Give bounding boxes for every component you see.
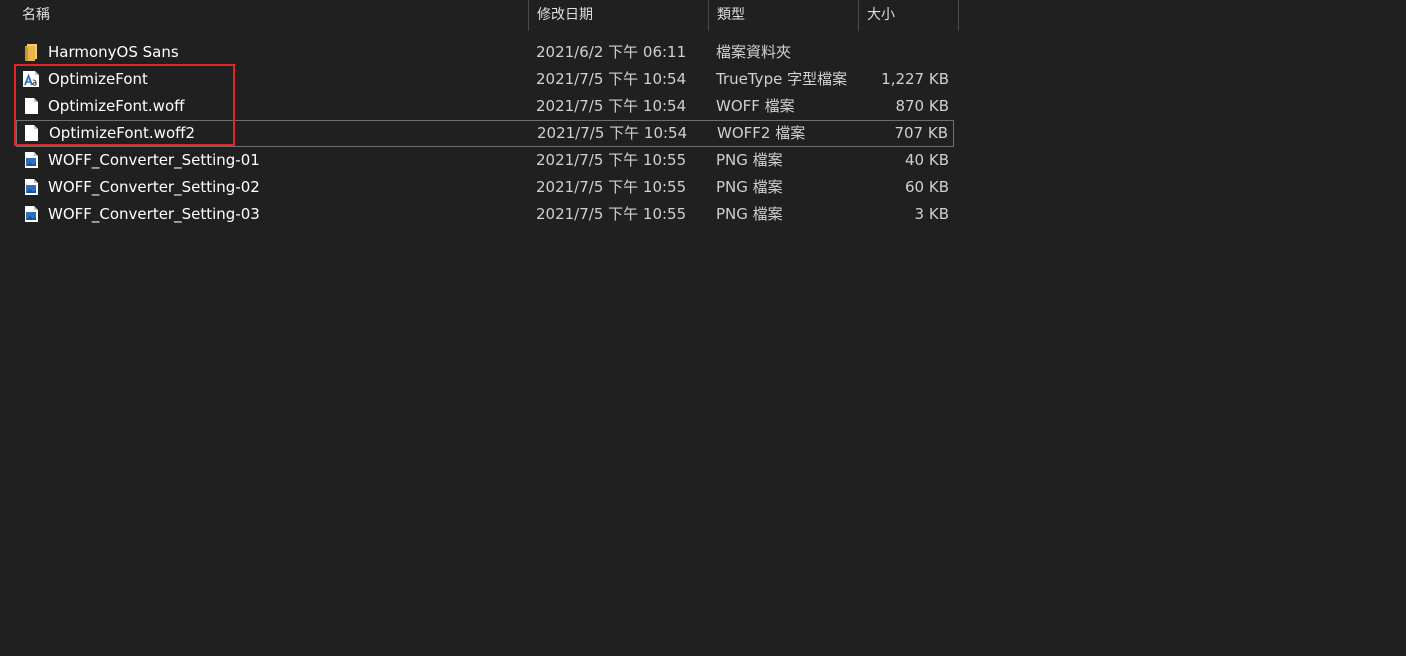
file-type: TrueType 字型檔案 [716, 70, 848, 88]
png-image-icon [25, 179, 38, 195]
file-icon [25, 98, 38, 114]
file-size: 870 KB [895, 97, 949, 115]
sort-ascending-icon: ^ [264, 0, 274, 8]
file-row[interactable]: WOFF_Converter_Setting-02 2021/7/5 下午 10… [16, 174, 954, 201]
file-row[interactable]: OptimizeFont 2021/7/5 下午 10:54 TrueType … [16, 66, 954, 93]
png-image-icon [25, 206, 38, 222]
file-type: 檔案資料夾 [716, 43, 792, 61]
column-header-type[interactable]: 類型 [709, 0, 858, 31]
column-header-bar: 名稱 ^ 修改日期 類型 大小 [0, 0, 960, 31]
file-size: 1,227 KB [881, 70, 949, 88]
file-size: 60 KB [905, 178, 949, 196]
file-row[interactable]: OptimizeFont.woff2 2021/7/5 下午 10:54 WOF… [16, 120, 954, 147]
file-icon [25, 125, 38, 141]
file-size: 3 KB [914, 205, 949, 223]
file-name: OptimizeFont.woff [48, 97, 185, 115]
file-type: WOFF 檔案 [716, 97, 795, 115]
file-name: OptimizeFont [48, 70, 148, 88]
file-size: 707 KB [894, 124, 948, 142]
column-header-date[interactable]: 修改日期 [529, 0, 708, 31]
file-name: WOFF_Converter_Setting-03 [48, 205, 260, 223]
file-type: PNG 檔案 [716, 178, 783, 196]
column-header-name-label: 名稱 [22, 7, 50, 23]
file-name: OptimizeFont.woff2 [49, 124, 196, 142]
png-image-icon [25, 152, 38, 168]
folder-icon [25, 44, 37, 61]
file-row[interactable]: HarmonyOS Sans 2021/6/2 下午 06:11 檔案資料夾 [16, 39, 954, 66]
file-row[interactable]: WOFF_Converter_Setting-01 2021/7/5 下午 10… [16, 147, 954, 174]
column-divider[interactable] [958, 0, 959, 31]
file-row[interactable]: WOFF_Converter_Setting-03 2021/7/5 下午 10… [16, 201, 954, 228]
file-date: 2021/7/5 下午 10:55 [536, 178, 687, 196]
column-header-type-label: 類型 [717, 7, 745, 23]
file-explorer-details-view: 名稱 ^ 修改日期 類型 大小 HarmonyOS Sans 2021/6/2 … [0, 0, 1406, 656]
file-type: PNG 檔案 [716, 205, 783, 223]
file-date: 2021/7/5 下午 10:54 [537, 124, 688, 142]
file-date: 2021/6/2 下午 06:11 [536, 43, 687, 61]
file-date: 2021/7/5 下午 10:55 [536, 151, 687, 169]
file-date: 2021/7/5 下午 10:54 [536, 97, 687, 115]
file-name: WOFF_Converter_Setting-02 [48, 178, 260, 196]
file-row[interactable]: OptimizeFont.woff 2021/7/5 下午 10:54 WOFF… [16, 93, 954, 120]
column-header-size-label: 大小 [867, 7, 895, 23]
column-header-size[interactable]: 大小 [859, 0, 958, 31]
file-date: 2021/7/5 下午 10:55 [536, 205, 687, 223]
file-size: 40 KB [905, 151, 949, 169]
file-name: HarmonyOS Sans [48, 43, 179, 61]
file-date: 2021/7/5 下午 10:54 [536, 70, 687, 88]
file-type: PNG 檔案 [716, 151, 783, 169]
column-header-date-label: 修改日期 [537, 7, 593, 23]
file-name: WOFF_Converter_Setting-01 [48, 151, 260, 169]
file-type: WOFF2 檔案 [717, 124, 806, 142]
truetype-font-icon [23, 71, 39, 87]
